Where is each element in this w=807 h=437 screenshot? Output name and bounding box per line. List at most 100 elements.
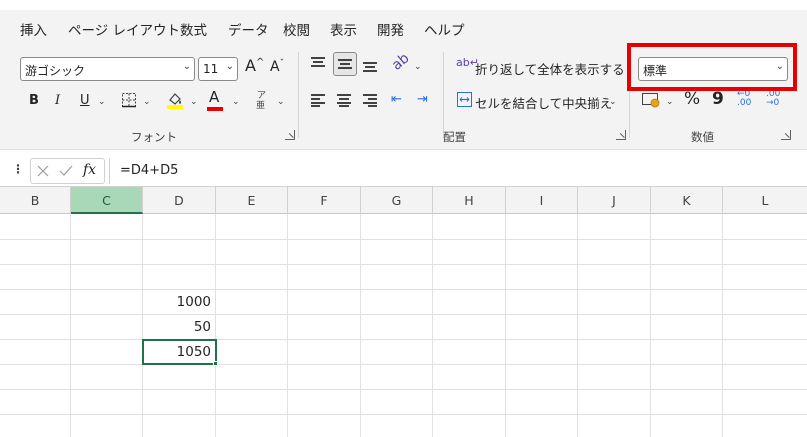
accounting-format-icon[interactable] <box>642 92 660 108</box>
borders-icon[interactable] <box>121 92 137 108</box>
tab-developer[interactable]: 開発 <box>377 19 404 39</box>
increase-decimal-button[interactable]: ←0 .00 <box>737 90 751 108</box>
grid-line <box>0 314 807 315</box>
column-header-l[interactable]: L <box>723 187 807 214</box>
tab-data[interactable]: データ <box>228 19 269 39</box>
worksheet-grid[interactable]: 1000 50 1050 <box>0 214 807 437</box>
grid-line <box>70 214 71 437</box>
column-header-j[interactable]: J <box>578 187 651 214</box>
formula-controls: fx <box>30 158 105 184</box>
column-header-g[interactable]: G <box>361 187 433 214</box>
chevron-down-icon[interactable]: ⌄ <box>232 98 240 107</box>
chevron-down-icon[interactable]: ⌄ <box>190 98 198 107</box>
tab-help[interactable]: ヘルプ <box>424 19 465 39</box>
phonetic-guide-label: 亜 <box>256 101 266 111</box>
font-dialog-launcher-icon[interactable] <box>285 130 295 140</box>
column-header-d[interactable]: D <box>143 187 216 214</box>
grid-line <box>0 364 807 365</box>
column-header-k[interactable]: K <box>651 187 723 214</box>
grid-line <box>0 414 807 415</box>
phonetic-guide-icon[interactable]: ア <box>257 92 266 101</box>
cancel-icon[interactable] <box>37 165 49 177</box>
chevron-down-icon[interactable]: ⌄ <box>143 98 151 107</box>
align-top-icon[interactable] <box>311 57 325 69</box>
tab-page-layout[interactable]: ページ レイアウト <box>68 19 180 39</box>
tab-insert[interactable]: 挿入 <box>20 19 47 39</box>
column-header-i[interactable]: I <box>506 187 578 214</box>
group-divider <box>298 52 299 138</box>
more-options-icon[interactable]: ⋮ <box>12 162 24 176</box>
number-dialog-launcher-icon[interactable] <box>781 130 791 140</box>
chevron-down-icon[interactable]: ⌄ <box>609 98 617 107</box>
increase-font-size-button[interactable]: A^ <box>245 58 264 74</box>
orientation-icon[interactable]: ab <box>389 50 413 73</box>
cell-d4[interactable]: 1000 <box>143 290 215 314</box>
decrease-decimal-button[interactable]: .00 →0 <box>766 90 780 108</box>
merge-center-icon <box>457 92 472 107</box>
cell-d5[interactable]: 50 <box>143 315 215 339</box>
grid-line <box>505 214 506 437</box>
fill-color-icon[interactable] <box>166 90 184 110</box>
tab-review[interactable]: 校閲 <box>283 19 310 39</box>
percent-style-button[interactable]: % <box>684 91 700 108</box>
comma-style-button[interactable]: 9 <box>712 91 724 108</box>
decrease-font-size-button[interactable]: Aˇ <box>270 59 285 75</box>
enter-check-icon[interactable] <box>59 165 73 177</box>
align-middle-icon <box>338 59 352 71</box>
caret-up-icon: ^ <box>255 57 265 68</box>
bold-button[interactable]: B <box>29 94 39 107</box>
column-header-b[interactable]: B <box>0 187 71 214</box>
align-bottom-icon[interactable] <box>363 62 377 74</box>
chevron-down-icon[interactable]: ⌄ <box>666 98 674 107</box>
formula-input[interactable]: =D4+D5 <box>109 158 807 184</box>
chevron-down-icon[interactable]: ⌄ <box>414 63 422 72</box>
align-left-icon[interactable] <box>311 94 325 107</box>
grid-line <box>0 289 807 290</box>
fill-handle[interactable] <box>213 361 218 366</box>
grid-line <box>215 214 216 437</box>
font-color-swatch <box>207 107 223 111</box>
chevron-down-icon[interactable]: ⌄ <box>98 98 106 107</box>
font-name-select[interactable]: 游ゴシック ⌄ <box>20 57 195 81</box>
tab-formulas[interactable]: 数式 <box>180 19 207 39</box>
selected-cell-border <box>142 339 217 365</box>
chevron-down-icon: ⌄ <box>225 61 234 72</box>
grid-line <box>0 339 807 340</box>
formula-bar: ⋮ fx =D4+D5 <box>0 155 807 185</box>
tab-view[interactable]: 表示 <box>330 19 357 39</box>
increase-indent-icon[interactable]: ⇥ <box>417 93 428 106</box>
insert-function-button[interactable]: fx <box>83 162 96 178</box>
column-header-f[interactable]: F <box>288 187 361 214</box>
grid-line <box>0 389 807 390</box>
alignment-group-label: 配置 <box>443 130 466 144</box>
column-header-e[interactable]: E <box>216 187 288 214</box>
merge-center-button[interactable]: セルを結合して中央揃え <box>475 93 612 112</box>
font-color-button[interactable]: A <box>209 90 219 105</box>
font-group-label: フォント <box>131 130 177 144</box>
font-name-value: 游ゴシック <box>25 64 86 78</box>
decrease-indent-icon[interactable]: ⇤ <box>391 93 402 106</box>
menu-bar: 挿入 ページ レイアウト 数式 データ 校閲 表示 開発 ヘルプ <box>0 10 807 46</box>
align-middle-button[interactable] <box>333 52 357 76</box>
grid-line <box>0 239 807 240</box>
italic-button[interactable]: I <box>55 94 60 107</box>
grid-line <box>0 264 807 265</box>
grid-line <box>650 214 651 437</box>
caret-down-icon: ˇ <box>279 59 285 69</box>
column-header-row: B C D E F G H I J K L <box>0 186 807 214</box>
column-header-h[interactable]: H <box>433 187 506 214</box>
font-size-value: 11 <box>203 62 219 76</box>
grid-line <box>432 214 433 437</box>
chevron-down-icon: ⌄ <box>182 61 191 72</box>
wrap-text-button[interactable]: 折り返して全体を表示する <box>475 59 625 78</box>
font-size-select[interactable]: 11 ⌄ <box>198 57 238 81</box>
chevron-down-icon[interactable]: ⌄ <box>277 98 285 107</box>
underline-button[interactable]: U <box>80 94 90 107</box>
grid-line <box>287 214 288 437</box>
number-group-label: 数値 <box>691 130 714 144</box>
column-header-c[interactable]: C <box>71 187 143 214</box>
align-center-icon[interactable] <box>337 94 351 107</box>
alignment-dialog-launcher-icon[interactable] <box>616 130 626 140</box>
grid-line <box>722 214 723 437</box>
align-right-icon[interactable] <box>363 94 377 107</box>
